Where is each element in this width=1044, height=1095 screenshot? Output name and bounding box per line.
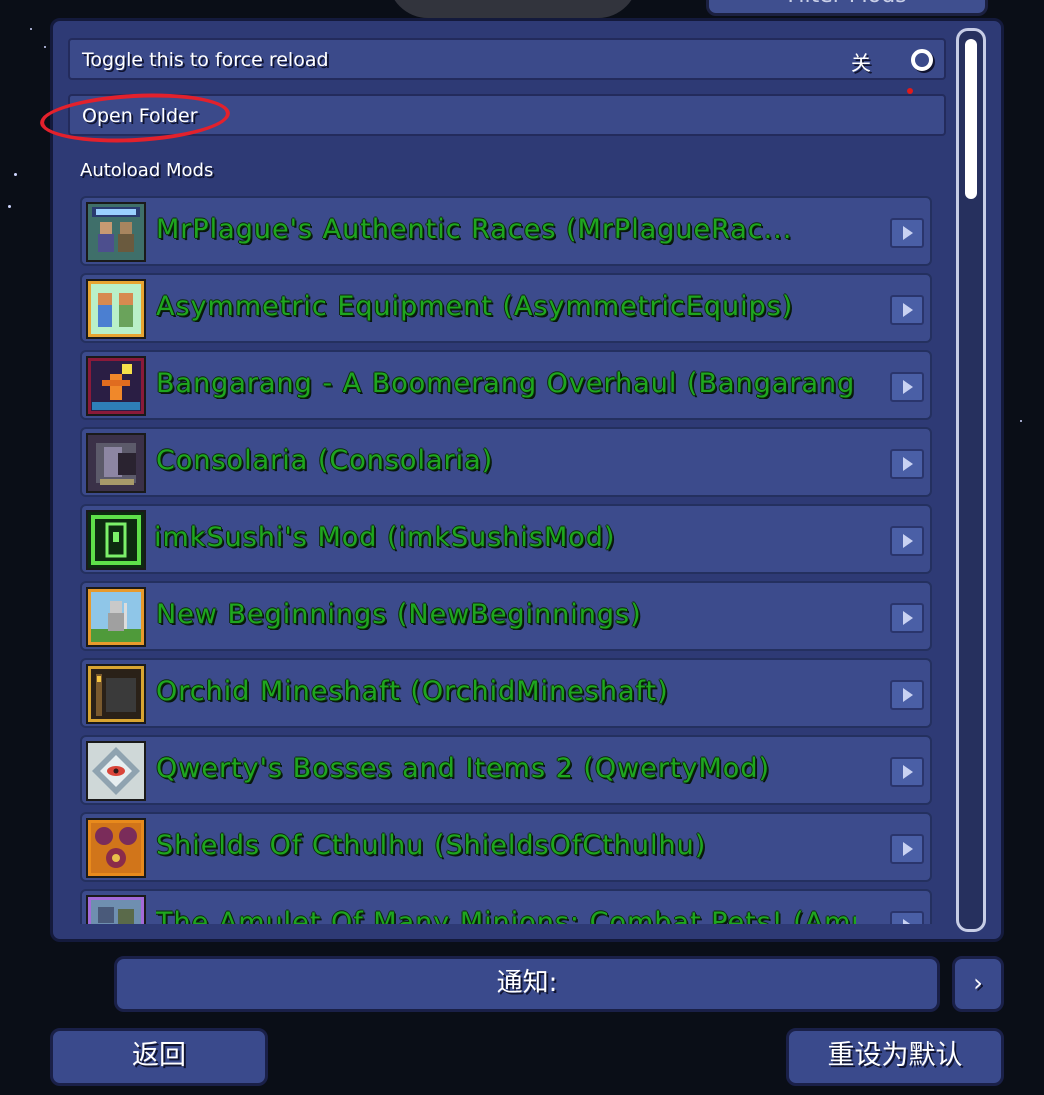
- boomerang-icon: [86, 356, 146, 416]
- force-reload-label: Toggle this to force reload: [82, 49, 329, 71]
- mod-name: Orchid Mineshaft (OrchidMineshaft): [156, 676, 669, 707]
- mod-name: Qwerty's Bosses and Items 2 (QwertyMod): [156, 753, 771, 784]
- consolaria-icon: [86, 433, 146, 493]
- background-decoration: [388, 0, 638, 18]
- expand-arrow-icon[interactable]: [890, 449, 924, 479]
- expand-arrow-icon[interactable]: [890, 603, 924, 633]
- mod-name: Asymmetric Equipment (AsymmetricEquips): [156, 291, 794, 322]
- mineshaft-icon: [86, 664, 146, 724]
- mod-name: Shields Of Cthulhu (ShieldsOfCthulhu): [156, 830, 707, 861]
- toggle-circle-icon[interactable]: [911, 49, 933, 71]
- list-item[interactable]: New Beginnings (NewBeginnings): [80, 581, 932, 651]
- knight-icon: [86, 587, 146, 647]
- list-item[interactable]: MrPlague's Authentic Races (MrPlagueRac.…: [80, 196, 932, 266]
- minions-icon: [86, 895, 146, 924]
- expand-arrow-icon[interactable]: [890, 295, 924, 325]
- scrollbar-thumb[interactable]: [965, 39, 977, 199]
- background-star: [1020, 420, 1022, 422]
- races-icon: [86, 202, 146, 262]
- shields-icon: [86, 818, 146, 878]
- back-button[interactable]: 返回: [50, 1028, 268, 1086]
- toggle-state-label: 关: [851, 51, 871, 75]
- force-reload-row[interactable]: Toggle this to force reload 关: [68, 38, 946, 80]
- list-item[interactable]: The Amulet Of Many Minions: Combat Pets!…: [80, 889, 932, 924]
- list-item[interactable]: Bangarang - A Boomerang Overhaul (Bangar…: [80, 350, 932, 420]
- mod-name: Bangarang - A Boomerang Overhaul (Bangar…: [156, 368, 856, 399]
- expand-arrow-icon[interactable]: [890, 680, 924, 710]
- background-star: [14, 173, 17, 176]
- expand-arrow-icon[interactable]: [890, 911, 924, 924]
- list-item[interactable]: Qwerty's Bosses and Items 2 (QwertyMod): [80, 735, 932, 805]
- expand-arrow-icon[interactable]: [890, 834, 924, 864]
- next-button[interactable]: ›: [952, 956, 1004, 1012]
- list-item[interactable]: Orchid Mineshaft (OrchidMineshaft): [80, 658, 932, 728]
- expand-arrow-icon[interactable]: [890, 526, 924, 556]
- mod-name: Consolaria (Consolaria): [156, 445, 494, 476]
- expand-arrow-icon[interactable]: [890, 218, 924, 248]
- green-door-icon: [86, 510, 146, 570]
- background-star: [30, 28, 32, 30]
- list-item[interactable]: Shields Of Cthulhu (ShieldsOfCthulhu): [80, 812, 932, 882]
- expand-arrow-icon[interactable]: [890, 372, 924, 402]
- expand-arrow-icon[interactable]: [890, 757, 924, 787]
- mod-name: imkSushi's Mod (imkSushisMod): [154, 522, 616, 553]
- scrollbar[interactable]: [956, 28, 986, 932]
- autoload-mods-label: Autoload Mods: [80, 160, 214, 181]
- background-star: [8, 205, 11, 208]
- list-item[interactable]: Asymmetric Equipment (AsymmetricEquips): [80, 273, 932, 343]
- notification-bar[interactable]: 通知:: [114, 956, 940, 1012]
- mod-list[interactable]: MrPlague's Authentic Races (MrPlagueRac.…: [80, 196, 936, 924]
- mod-name: The Amulet Of Many Minions: Combat Pets!…: [156, 907, 856, 924]
- twin-characters-icon: [86, 279, 146, 339]
- filter-mods-button[interactable]: Filter Mods: [706, 0, 988, 16]
- list-item[interactable]: Consolaria (Consolaria): [80, 427, 932, 497]
- list-item[interactable]: imkSushi's Mod (imkSushisMod): [80, 504, 932, 574]
- mod-name: MrPlague's Authentic Races (MrPlagueRac.…: [156, 214, 793, 245]
- mod-name: New Beginnings (NewBeginnings): [156, 599, 642, 630]
- eye-emblem-icon: [86, 741, 146, 801]
- background-star: [44, 46, 46, 48]
- reset-defaults-button[interactable]: 重设为默认: [786, 1028, 1004, 1086]
